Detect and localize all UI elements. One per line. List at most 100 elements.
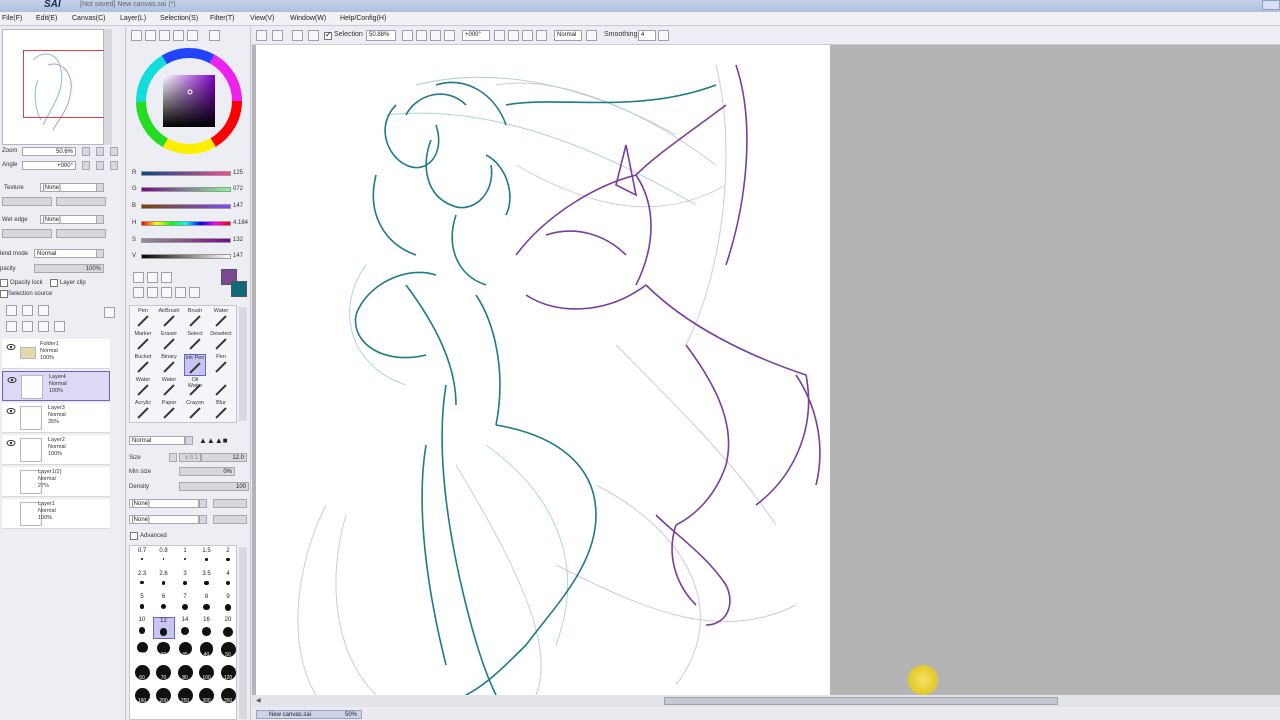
rotate-left-button[interactable] [82,161,90,170]
brush-size-option[interactable]: 6 [153,594,175,616]
selection-source-checkbox[interactable] [0,290,8,298]
tool-slot[interactable]: Water [210,308,232,330]
opacity-slider[interactable]: 100% [34,264,104,273]
texture-select[interactable]: [None] [40,183,98,192]
tool-slot[interactable] [210,377,232,399]
brush-size-option[interactable]: 2.6 [153,571,175,593]
tool-slot[interactable]: Blur [210,400,232,422]
brush-size-option[interactable]: 1.5 [196,548,218,570]
brush-size-option[interactable]: 20 [217,617,239,639]
magic-wand-select-icon[interactable] [161,272,172,283]
wet-edge-select[interactable]: [None] [40,215,98,224]
zoom-in-button[interactable] [96,147,104,156]
navigator-preview[interactable] [2,29,105,145]
tool-slot[interactable]: Oil Water [184,377,206,399]
layer-row-layer4[interactable]: Layer4 Normal 100% [2,371,110,401]
tool-slot[interactable]: Water [158,377,180,399]
rotate-tool-icon[interactable] [161,287,172,298]
menu-filter[interactable]: Filter(T) [210,15,235,22]
smoothing-dropdown-icon[interactable] [658,30,669,41]
texture-dropdown-icon[interactable] [96,183,104,192]
v-slider[interactable] [141,254,231,259]
brush-size-option[interactable]: 2.3 [131,571,153,593]
select-icon[interactable] [256,30,267,41]
hsv-tab-icon[interactable] [159,30,170,41]
menu-view[interactable]: View(V) [250,15,274,22]
g-slider[interactable] [141,187,231,192]
tool-slot[interactable]: Eraser [158,331,180,353]
brush-size-option[interactable]: 7 [174,594,196,616]
scratchpad-tab-icon[interactable] [187,30,198,41]
tool-slot[interactable]: Select [184,331,206,353]
hand-tool-icon[interactable] [175,287,186,298]
window-close-button[interactable] [1262,0,1280,10]
brush-texture-select[interactable]: [None] [129,515,199,524]
brush-size-option[interactable]: 14 [174,617,196,639]
lasso-select-icon[interactable] [147,272,158,283]
move-icon[interactable] [308,30,319,41]
rotate-right-button[interactable] [96,161,104,170]
brush-shape-icons[interactable]: ▲▲▲■ [199,436,228,445]
s-slider[interactable] [141,238,231,243]
wet-edge-dropdown-icon[interactable] [96,215,104,224]
brush-size-option[interactable]: 200 [153,686,175,708]
eye-icon[interactable] [6,439,16,447]
eye-icon[interactable] [6,343,16,351]
eyedropper-icon[interactable] [189,287,200,298]
selection-checkbox[interactable] [324,30,332,40]
brush-size-option[interactable]: 12 [152,617,175,639]
menu-selection[interactable]: Selection(S) [160,15,198,22]
brush-texture-dropdown-icon[interactable] [199,515,207,524]
tool-slot[interactable]: Water [132,377,154,399]
brush-size-option[interactable]: 80 [174,663,196,685]
tool-slot[interactable]: Binary [158,354,180,376]
navigator-scrollbar[interactable] [104,29,112,145]
rect-select-icon[interactable] [133,272,144,283]
advanced-checkbox[interactable] [130,532,138,540]
scroll-left-arrow-icon[interactable]: ◀ [256,697,264,705]
tool-slot[interactable]: Crayon [184,400,206,422]
size-multiplier[interactable]: x 0.1 [179,453,201,462]
secondary-color-swatch[interactable] [231,281,247,297]
zoom-reset-icon[interactable] [430,30,441,41]
brush-mode-select[interactable]: Normal [129,436,185,445]
opacity-lock-checkbox[interactable] [0,279,8,287]
brush-shape-select[interactable]: [None] [129,499,199,508]
density-slider[interactable]: 100 [179,482,249,491]
layer-row-layer1-2[interactable]: Layer1(2) Normal 27% [2,467,110,497]
h-slider[interactable] [141,221,231,226]
brush-size-option[interactable]: 60 [131,663,153,685]
layer-blend-mode-select[interactable]: Normal [34,249,98,258]
tool-palette-scrollbar[interactable] [239,307,247,421]
menu-help[interactable]: Help/Config(H) [340,15,386,22]
stabilizer-icon[interactable] [586,30,597,41]
tool-slot[interactable]: Pen [132,308,154,330]
brush-size-option[interactable]: 3 [174,571,196,593]
magic-wand-icon[interactable] [292,30,303,41]
layer-clip-checkbox[interactable] [50,279,58,287]
size-mult-icon[interactable] [169,453,177,462]
brush-size-option[interactable]: 0.7 [131,548,153,570]
brush-size-option[interactable]: 250 [174,686,196,708]
layer-row-folder1[interactable]: Folder1 Normal 100% [2,339,110,369]
angle-field[interactable]: +000° [462,30,490,41]
tool-slot[interactable]: AirBrush [158,308,180,330]
eye-icon[interactable] [7,376,17,384]
brush-size-option[interactable]: 10 [131,617,153,639]
brush-size-option[interactable]: 25 [131,640,153,662]
layer-row-layer2[interactable]: Layer2 Normal 100% [2,435,110,465]
layer-row-layer1[interactable]: Layer1 Normal 100% [2,499,110,529]
blend-mode-select[interactable]: Normal [554,30,582,41]
layer-blend-dropdown-icon[interactable] [96,249,104,258]
menu-window[interactable]: Window(W) [290,15,326,22]
size-slider[interactable]: 12.0 [201,453,247,462]
move-tool-icon[interactable] [133,287,144,298]
rotate-right-icon[interactable] [508,30,519,41]
rotate-reset-icon[interactable] [522,30,533,41]
tool-slot[interactable]: Marker [132,331,154,353]
tool-slot[interactable]: Ink Pen [184,354,206,376]
menu-file[interactable]: File(F) [2,15,22,22]
brush-size-option[interactable]: 40 [196,640,218,662]
rotate-reset-button[interactable] [110,161,118,170]
canvas-tab[interactable]: New canvas.sai 50% [256,710,362,719]
